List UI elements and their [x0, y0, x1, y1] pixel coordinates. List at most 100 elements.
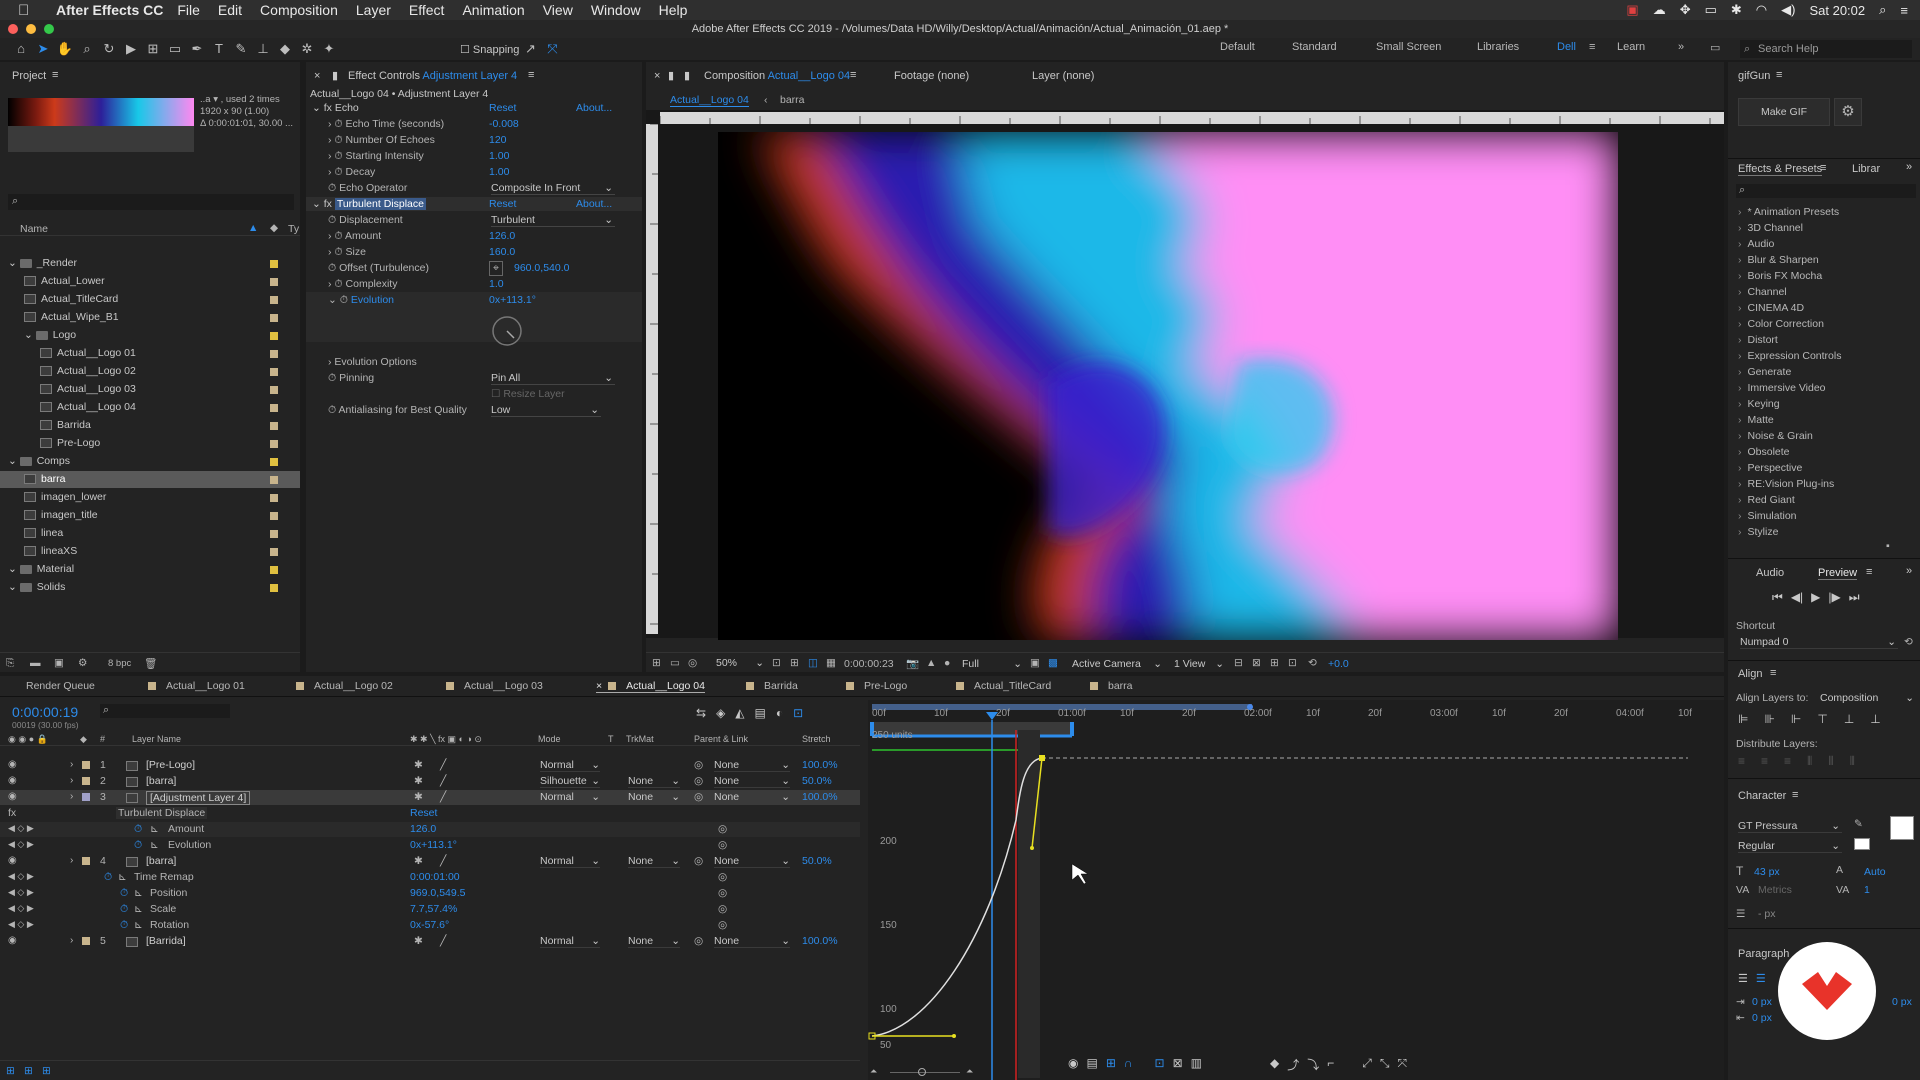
close-tab-icon[interactable]: ×: [314, 70, 320, 82]
eye-icon[interactable]: ◉: [8, 935, 17, 946]
zoom-slider[interactable]: ⏶ ⏶: [870, 1066, 990, 1078]
collapse-switch-icon[interactable]: ✱: [414, 759, 423, 771]
property-value[interactable]: 0x-57.6°: [410, 919, 449, 931]
first-frame-icon[interactable]: ⏮: [1772, 590, 1783, 605]
property-row[interactable]: ◀ ◇ ▶ ⏱ ⊾ Position 969.0,549.5 ◎: [0, 886, 860, 901]
parent-dropdown[interactable]: None ⌄: [714, 855, 790, 868]
close-tab-icon[interactable]: ×: [596, 680, 602, 692]
shortcut-dropdown[interactable]: Numpad 0 ⌄: [1740, 636, 1898, 649]
show-transform-box-icon[interactable]: ⊞: [1106, 1056, 1116, 1073]
starting-intensity-value[interactable]: 1.00: [489, 150, 509, 162]
align-bottom-icon[interactable]: ⊥: [1870, 712, 1880, 726]
effect-controls-tab[interactable]: Effect Controls Adjustment Layer 4: [348, 70, 517, 82]
channel-icon[interactable]: ●: [944, 657, 950, 669]
trkmat-dropdown[interactable]: None ⌄: [628, 935, 680, 948]
new-folder-icon[interactable]: ▬: [30, 657, 41, 669]
flowchart-icon[interactable]: ⊡: [1288, 657, 1297, 669]
align-vcenter-icon[interactable]: ⊥: [1844, 712, 1854, 726]
turbulent-effect-header[interactable]: ⌄ fx Turbulent Displace: [312, 198, 426, 210]
collapse-switch-icon[interactable]: ✱: [414, 935, 423, 947]
project-menu-icon[interactable]: ≡: [52, 69, 58, 81]
layer-row[interactable]: ◉ › 4 [barra] ✱ ╱ Normal ⌄ None ⌄ ◎ None ⌄ 50.0%: [0, 854, 860, 869]
menu-list-icon[interactable]: ≡: [1900, 3, 1908, 18]
layer-row[interactable]: ◉ › 5 [Barrida] ✱ ╱ Normal ⌄ None ⌄ ◎ None ⌄ 100.0%: [0, 934, 860, 949]
col-parent[interactable]: Parent & Link: [694, 734, 748, 744]
property-value[interactable]: 0:00:01:00: [410, 871, 460, 883]
status-icon[interactable]: ▣: [1626, 2, 1638, 18]
parent-dropdown[interactable]: None ⌄: [714, 791, 790, 804]
stopwatch-icon[interactable]: ⏱: [104, 871, 112, 884]
overflow-icon[interactable]: »: [1906, 161, 1912, 173]
keyframe-nav-icon[interactable]: ◀ ◇ ▶: [8, 903, 34, 914]
effects-category-item[interactable]: Distort: [1738, 334, 1778, 346]
render-time-icon[interactable]: ⊞: [6, 1065, 15, 1077]
align-text-center-icon[interactable]: ☰: [1756, 972, 1766, 985]
close-tab-icon[interactable]: ×: [654, 70, 660, 82]
graph-toggle-icon[interactable]: ⊾: [150, 823, 159, 835]
timeline-icon[interactable]: ⊞: [1270, 657, 1279, 669]
effect-group-row[interactable]: fx Turbulent Displace Reset: [0, 806, 860, 821]
pen-tool-icon[interactable]: ✒: [186, 40, 208, 58]
tracking-value[interactable]: 1: [1864, 884, 1870, 896]
stopwatch-icon[interactable]: ⏱: [120, 887, 128, 900]
graph-toggle-icon[interactable]: ⊾: [150, 839, 159, 851]
workspace-default[interactable]: Default: [1220, 41, 1255, 53]
selection-tool-icon[interactable]: ➤: [32, 40, 54, 58]
workspace-overflow-icon[interactable]: »: [1678, 41, 1684, 53]
label-color-swatch[interactable]: [82, 777, 90, 785]
zoom-dropdown[interactable]: 50% ⌄: [716, 657, 764, 669]
clock[interactable]: Sat 20:02: [1809, 3, 1865, 18]
timeline-tab[interactable]: barra: [1090, 680, 1133, 692]
trkmat-dropdown[interactable]: None ⌄: [628, 855, 680, 868]
snap-icon[interactable]: ∩: [1124, 1056, 1133, 1073]
effects-category-item[interactable]: Expression Controls: [1738, 350, 1842, 362]
echoes-count-value[interactable]: 120: [489, 134, 507, 146]
graph-type-icon[interactable]: ▤: [1086, 1056, 1097, 1073]
label-color-swatch[interactable]: [270, 422, 278, 430]
new-bin-icon[interactable]: ▪: [1886, 540, 1890, 552]
blend-mode-dropdown[interactable]: Normal ⌄: [540, 855, 600, 868]
keyframe-nav-icon[interactable]: ◀ ◇ ▶: [8, 823, 34, 834]
effects-category-item[interactable]: Blur & Sharpen: [1738, 254, 1819, 266]
layer-row[interactable]: ◉ › 1 [Pre-Logo] ✱ ╱ Normal ⌄ ◎ None ⌄ 100.0%: [0, 758, 860, 773]
quality-switch-icon[interactable]: ╱: [440, 791, 446, 803]
col-stretch[interactable]: Stretch: [802, 734, 831, 744]
amount-value[interactable]: 126.0: [489, 230, 515, 242]
label-color-swatch[interactable]: [270, 404, 278, 412]
label-color-swatch[interactable]: [270, 368, 278, 376]
label-color-swatch[interactable]: [82, 937, 90, 945]
expand-icon[interactable]: ›: [70, 855, 73, 866]
mask-icon[interactable]: ◎: [688, 657, 697, 669]
project-item[interactable]: Actual__Logo 04: [0, 399, 300, 416]
stopwatch-icon[interactable]: ⏱: [134, 823, 142, 836]
kerning-value[interactable]: Metrics: [1758, 884, 1792, 896]
project-item[interactable]: imagen_lower: [0, 489, 300, 506]
spotlight-icon[interactable]: ⌕: [1879, 2, 1886, 18]
distribute-2-icon[interactable]: ≡: [1761, 754, 1768, 769]
snap-toggle-icon[interactable]: ⤧: [541, 40, 563, 58]
transparency-icon[interactable]: ▦: [826, 657, 836, 669]
toggle-pixel-icon[interactable]: ⊟: [1234, 657, 1243, 669]
turbulent-about-link[interactable]: About...: [576, 198, 612, 210]
stretch-value[interactable]: 100.0%: [802, 759, 838, 771]
label-color-swatch[interactable]: [270, 440, 278, 448]
pan-behind-tool-icon[interactable]: ⊞: [142, 40, 164, 58]
distribute-4-icon[interactable]: ⦀: [1807, 754, 1812, 769]
pick-whip-icon[interactable]: ◎: [694, 855, 703, 867]
layer-row[interactable]: ◉ › 2 [barra] ✱ ╱ Silhouette ⌄ None ⌄ ◎ None ⌄ 50.0%: [0, 774, 860, 789]
disclosure-icon[interactable]: ⌄: [8, 455, 20, 467]
pick-whip-icon[interactable]: ◎: [718, 919, 727, 931]
trkmat-dropdown[interactable]: None ⌄: [628, 775, 680, 788]
fit-icon[interactable]: ⊡: [772, 657, 781, 669]
label-color-swatch[interactable]: [270, 548, 278, 556]
wifi-icon[interactable]: ◠: [1756, 2, 1767, 18]
fit-selection-icon[interactable]: ⊡: [1155, 1056, 1165, 1073]
echo-effect-header[interactable]: ⌄ fx Echo: [312, 102, 359, 114]
timeline-tab[interactable]: × Actual__Logo 04: [596, 680, 705, 693]
evolution-dial[interactable]: [490, 314, 524, 348]
new-comp-icon[interactable]: ▣: [54, 657, 64, 669]
distribute-1-icon[interactable]: ≡: [1738, 754, 1745, 769]
layer-name[interactable]: [Adjustment Layer 4]: [146, 791, 251, 805]
breadcrumb-barra[interactable]: barra: [780, 94, 805, 106]
collapse-switch-icon[interactable]: ✱: [414, 855, 423, 867]
